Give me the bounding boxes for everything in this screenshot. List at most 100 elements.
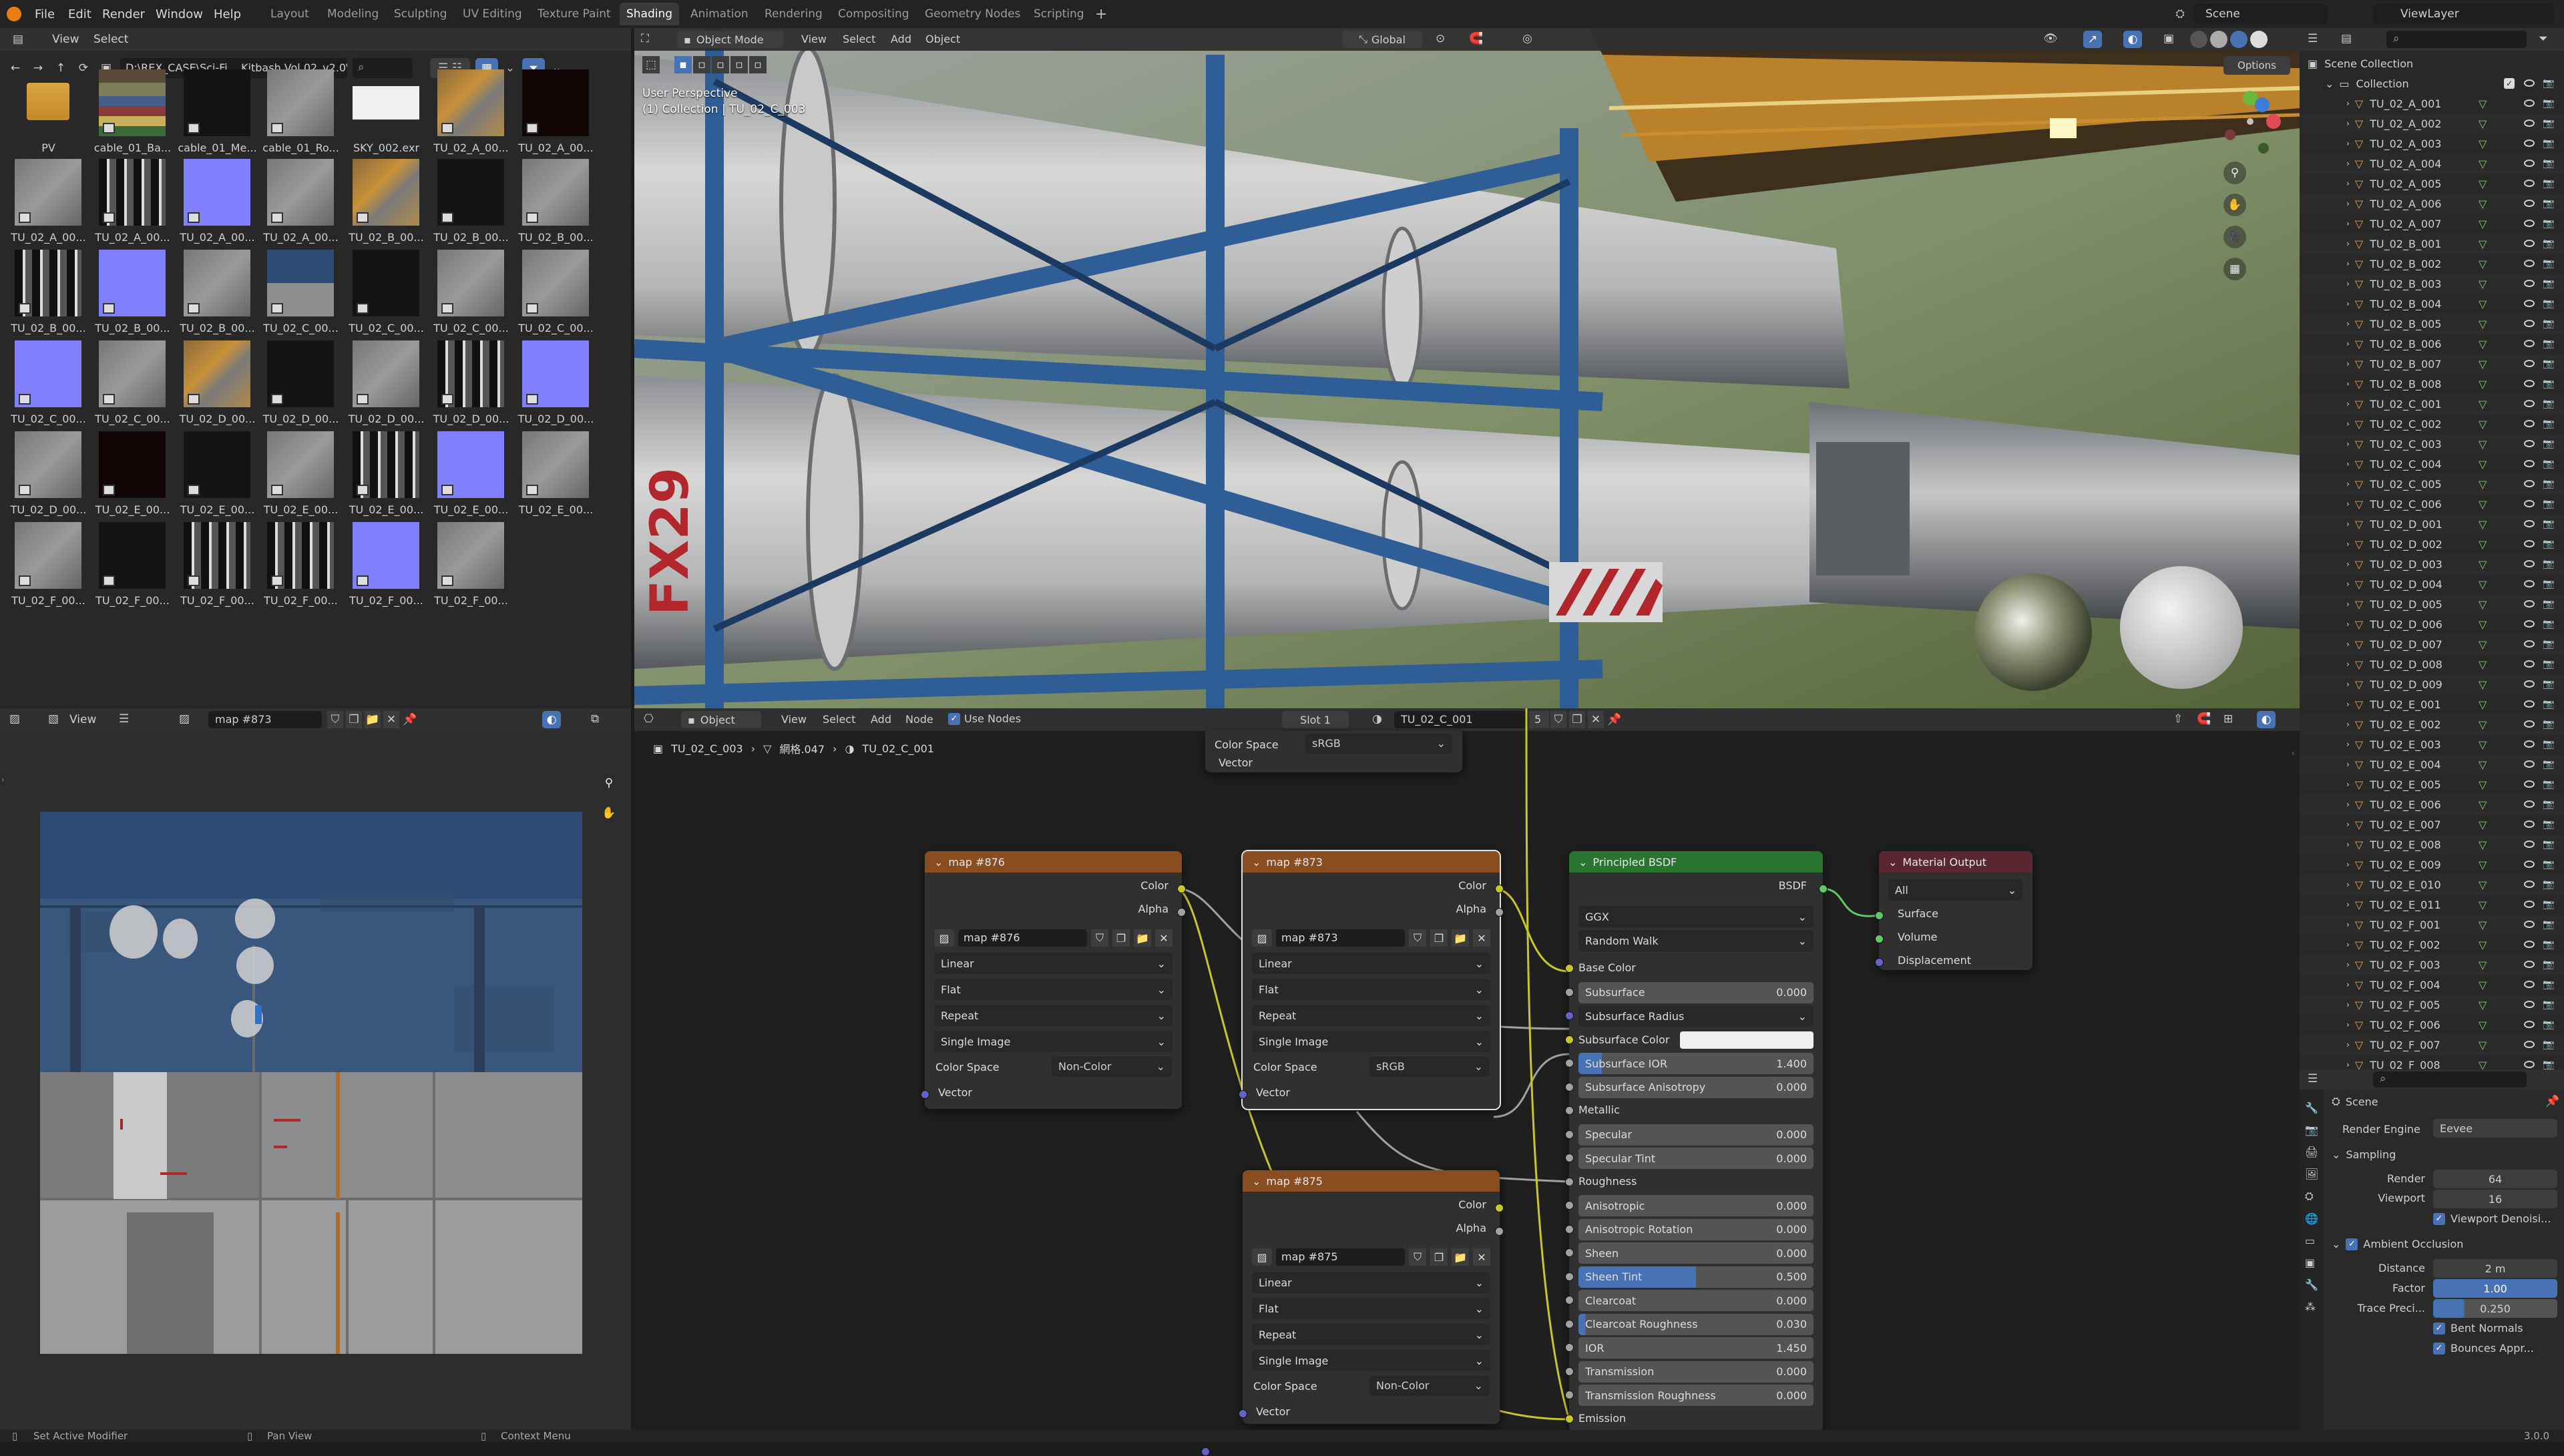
- unlink-image-icon[interactable]: ✕: [383, 711, 399, 728]
- render-visibility-icon[interactable]: 📷: [2543, 459, 2554, 469]
- projection-dropdown[interactable]: Flat ⌄: [934, 979, 1172, 1000]
- bsdf-input-socket[interactable]: [1565, 1296, 1574, 1304]
- fake-user-icon[interactable]: ⛉: [1409, 1248, 1426, 1266]
- world-tab-icon[interactable]: 🌐: [2305, 1212, 2324, 1225]
- duplicate-image-icon[interactable]: ❐: [1430, 1248, 1448, 1266]
- scene-tab-icon[interactable]: ⛭: [2305, 1190, 2324, 1203]
- tab-animation[interactable]: Animation: [690, 3, 749, 25]
- outliner-object-row[interactable]: › ▽ TU_02_C_003 ▽ 📷: [2300, 434, 2564, 454]
- subsurface-method-dropdown[interactable]: Random Walk ⌄: [1578, 930, 1813, 951]
- visibility-eye-icon[interactable]: [2524, 260, 2535, 267]
- color-swatch[interactable]: [1680, 1031, 1813, 1049]
- output-tab-icon[interactable]: 🖨: [2305, 1146, 2324, 1158]
- visibility-eye-icon[interactable]: [2524, 820, 2535, 828]
- render-visibility-icon[interactable]: 📷: [2543, 779, 2554, 790]
- image-thumbnail[interactable]: [15, 340, 81, 407]
- outliner-object-row[interactable]: › ▽ TU_02_F_005 ▽ 📷: [2300, 995, 2564, 1015]
- visibility-eye-icon[interactable]: [2524, 160, 2535, 167]
- render-visibility-icon[interactable]: 📷: [2543, 699, 2554, 710]
- outliner-object-row[interactable]: › ▽ TU_02_E_007 ▽ 📷: [2300, 814, 2564, 834]
- scene-selector[interactable]: Scene: [2193, 4, 2327, 24]
- bsdf-input-transmission[interactable]: Transmission 0.000: [1578, 1361, 1813, 1383]
- visibility-eye-icon[interactable]: [2524, 200, 2535, 207]
- render-visibility-icon[interactable]: 📷: [2543, 318, 2554, 329]
- image-thumbnail[interactable]: [184, 250, 250, 316]
- toolbar-toggle-icon[interactable]: ›: [1, 775, 5, 784]
- image-thumbnail[interactable]: [99, 69, 166, 136]
- bsdf-input-socket[interactable]: [1565, 1201, 1574, 1210]
- outliner-object-row[interactable]: › ▽ TU_02_A_007 ▽ 📷: [2300, 214, 2564, 234]
- open-image-icon[interactable]: 📁: [1134, 929, 1151, 947]
- bsdf-input-socket[interactable]: [1565, 1059, 1574, 1067]
- render-visibility-icon[interactable]: 📷: [2543, 739, 2554, 750]
- 3d-viewport[interactable]: FX29 ⛶ ▪ Object Mode View Select Add Obje…: [634, 28, 2300, 708]
- bent-normals-toggle[interactable]: ✓ Bent Normals: [2433, 1322, 2523, 1334]
- visibility-eye-icon[interactable]: [2524, 1021, 2535, 1028]
- visibility-eye-icon[interactable]: [2524, 921, 2535, 928]
- image-browse-icon[interactable]: ▨: [1252, 1248, 1272, 1266]
- object-tab-icon[interactable]: ▣: [2305, 1256, 2324, 1269]
- snap-icon[interactable]: 🧲: [1469, 32, 1483, 45]
- outliner-object-row[interactable]: › ▽ TU_02_B_004 ▽ 📷: [2300, 294, 2564, 314]
- material-shading-icon[interactable]: [2230, 31, 2248, 48]
- bsdf-input-subsurface-anisotropy[interactable]: Subsurface Anisotropy 0.000: [1578, 1076, 1813, 1098]
- collection-visibility-icon[interactable]: [2524, 79, 2535, 87]
- bsdf-input-subsurface-ior[interactable]: Subsurface IOR 1.400: [1578, 1053, 1813, 1074]
- extension-dropdown[interactable]: Repeat ⌄: [1252, 1324, 1490, 1345]
- source-dropdown[interactable]: Single Image ⌄: [1252, 1350, 1490, 1371]
- image-thumbnail[interactable]: [437, 431, 504, 498]
- ambient-occlusion-panel-header[interactable]: ⌄ ✓ Ambient Occlusion: [2332, 1238, 2559, 1250]
- gizmo-toggle-icon[interactable]: ↗: [2083, 31, 2102, 48]
- visibility-eye-icon[interactable]: [2524, 440, 2535, 447]
- render-visibility-icon[interactable]: 📷: [2543, 839, 2554, 850]
- outliner-object-row[interactable]: › ▽ TU_02_D_005 ▽ 📷: [2300, 594, 2564, 614]
- sampling-panel-header[interactable]: ⌄ Sampling: [2332, 1148, 2559, 1161]
- image-thumbnail[interactable]: [99, 250, 166, 316]
- view-mode-icon[interactable]: ▧: [48, 712, 59, 726]
- source-dropdown[interactable]: Single Image ⌄: [1252, 1031, 1490, 1052]
- duplicate-image-icon[interactable]: ❐: [346, 711, 362, 728]
- outliner-object-row[interactable]: › ▽ TU_02_D_003 ▽ 📷: [2300, 554, 2564, 574]
- visibility-eye-icon[interactable]: [2524, 400, 2535, 407]
- visibility-eye-icon[interactable]: [2524, 660, 2535, 668]
- visibility-eye-icon[interactable]: [2524, 280, 2535, 287]
- tab-modeling[interactable]: Modeling: [327, 3, 379, 25]
- image-thumbnail[interactable]: [522, 159, 589, 226]
- visibility-eye-icon[interactable]: [2524, 901, 2535, 908]
- menu-render[interactable]: Render: [102, 0, 145, 28]
- visibility-eye-icon[interactable]: [2524, 800, 2535, 808]
- image-thumbnail[interactable]: [267, 431, 334, 498]
- outliner-object-row[interactable]: › ▽ TU_02_C_002 ▽ 📷: [2300, 414, 2564, 434]
- duplicate-image-icon[interactable]: ❐: [1112, 929, 1130, 947]
- outliner-object-row[interactable]: › ▽ TU_02_A_004 ▽ 📷: [2300, 154, 2564, 174]
- outliner-object-row[interactable]: › ▽ TU_02_E_006 ▽ 📷: [2300, 794, 2564, 814]
- image-thumbnail[interactable]: [353, 522, 419, 589]
- visibility-eye-icon[interactable]: [2524, 320, 2535, 327]
- xray-icon[interactable]: ▣: [2163, 32, 2174, 45]
- overlay-toggle-icon[interactable]: ◐: [2123, 31, 2142, 48]
- collection-exclude-checkbox-icon[interactable]: ✓: [2504, 78, 2515, 89]
- bsdf-input-socket[interactable]: [1565, 1177, 1574, 1186]
- image-node-header[interactable]: ⌄ map #875: [1243, 1170, 1500, 1192]
- visibility-eye-icon[interactable]: [2524, 600, 2535, 608]
- transform-orientation-dropdown[interactable]: ⤡ Global: [1342, 31, 1422, 48]
- modifier-tab-icon[interactable]: 🔧: [2305, 1278, 2324, 1291]
- image-thumbnail[interactable]: [15, 159, 81, 226]
- outliner-object-row[interactable]: › ▽ TU_02_C_004 ▽ 📷: [2300, 454, 2564, 474]
- visibility-eye-icon[interactable]: [2524, 140, 2535, 147]
- image-name-field[interactable]: map #873: [208, 711, 322, 728]
- image-thumbnail[interactable]: [99, 522, 166, 589]
- render-samples-field[interactable]: 64: [2433, 1170, 2557, 1188]
- outliner-object-row[interactable]: › ▽ TU_02_B_002 ▽ 📷: [2300, 254, 2564, 274]
- render-visibility-icon[interactable]: 📷: [2543, 338, 2554, 349]
- image-browse-icon[interactable]: ▨: [934, 929, 954, 947]
- properties-pin-icon[interactable]: 📌: [2545, 1095, 2559, 1108]
- visibility-eye-icon[interactable]: [2524, 760, 2535, 768]
- hamburger-menu-icon[interactable]: ☰: [119, 712, 129, 726]
- bsdf-input-socket[interactable]: [1565, 1082, 1574, 1091]
- outliner-object-row[interactable]: › ▽ TU_02_D_009 ▽ 📷: [2300, 674, 2564, 694]
- collection-render-icon[interactable]: 📷: [2543, 78, 2554, 89]
- partial-color-space-dropdown[interactable]: sRGB ⌄: [1305, 734, 1452, 754]
- visibility-eye-icon[interactable]: [2524, 340, 2535, 347]
- bsdf-input-specular[interactable]: Specular 0.000: [1578, 1124, 1813, 1146]
